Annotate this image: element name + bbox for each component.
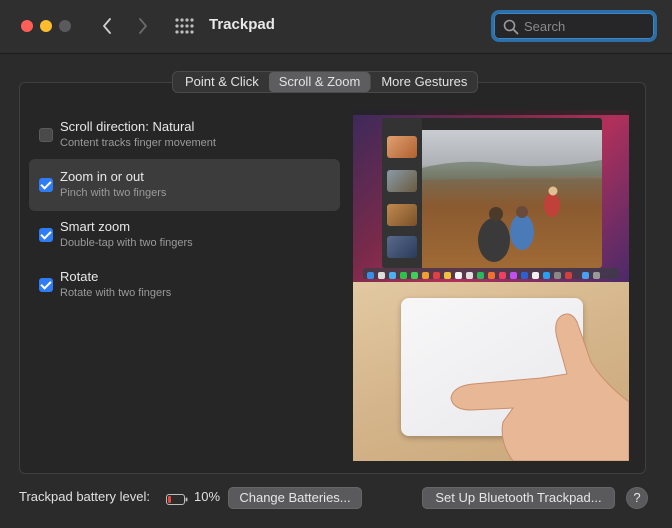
- search-field[interactable]: [491, 10, 657, 42]
- window-title: Trackpad: [209, 16, 275, 33]
- preview-thumbnail: [387, 204, 417, 226]
- chevron-left-icon: [103, 18, 111, 34]
- preview-dock: [363, 268, 619, 279]
- option-title: Rotate: [60, 269, 99, 284]
- grid-icon: [175, 18, 194, 34]
- search-icon: [503, 19, 519, 35]
- option-smart-zoom[interactable]: Smart zoom Double-tap with two fingers: [29, 209, 340, 261]
- forward-button[interactable]: [132, 14, 154, 38]
- preview-screen: [353, 110, 629, 282]
- preview-trackpad: [353, 282, 629, 461]
- gesture-preview: [353, 110, 629, 461]
- preview-sidebar: [382, 118, 422, 268]
- option-subtitle: Content tracks finger movement: [60, 137, 216, 149]
- preview-photo: [422, 130, 602, 268]
- preview-menubar: [353, 110, 629, 115]
- preview-thumbnail: [387, 136, 417, 158]
- show-all-button[interactable]: [174, 17, 194, 35]
- preview-photos-window: [382, 118, 602, 268]
- zoom-checkbox[interactable]: [39, 178, 53, 192]
- rotate-checkbox[interactable]: [39, 278, 53, 292]
- setup-bluetooth-trackpad-button[interactable]: Set Up Bluetooth Trackpad...: [422, 487, 615, 509]
- tab-scroll-zoom[interactable]: Scroll & Zoom: [268, 72, 371, 92]
- hand-illustration: [450, 313, 629, 461]
- battery-label: Trackpad battery level:: [19, 489, 151, 504]
- preview-thumbnail: [387, 170, 417, 192]
- titlebar: Trackpad: [0, 0, 672, 54]
- scroll-direction-checkbox[interactable]: [39, 128, 53, 142]
- minimize-button[interactable]: [40, 20, 52, 32]
- battery-percent: 10%: [194, 489, 221, 504]
- option-subtitle: Double-tap with two fingers: [60, 237, 193, 249]
- option-subtitle: Rotate with two fingers: [60, 287, 172, 299]
- option-title: Zoom in or out: [60, 169, 144, 184]
- option-zoom[interactable]: Zoom in or out Pinch with two fingers: [29, 159, 340, 211]
- option-title: Smart zoom: [60, 219, 131, 234]
- search-input[interactable]: [524, 17, 649, 35]
- option-scroll-direction[interactable]: Scroll direction: Natural Content tracks…: [29, 109, 340, 161]
- option-subtitle: Pinch with two fingers: [60, 187, 167, 199]
- tab-point-click[interactable]: Point & Click: [173, 72, 269, 92]
- close-button[interactable]: [21, 20, 33, 32]
- tab-more-gestures[interactable]: More Gestures: [371, 72, 477, 92]
- back-button[interactable]: [96, 14, 118, 38]
- help-button[interactable]: ?: [626, 487, 648, 509]
- tab-bar: Point & Click Scroll & Zoom More Gesture…: [172, 71, 479, 93]
- zoom-button[interactable]: [59, 20, 71, 32]
- preferences-window: Trackpad Point & Click Scroll & Zoom Mor…: [0, 0, 672, 528]
- hikers-illustration: [422, 160, 602, 262]
- smart-zoom-checkbox[interactable]: [39, 228, 53, 242]
- option-title: Scroll direction: Natural: [60, 119, 195, 134]
- preview-thumbnail: [387, 236, 417, 258]
- change-batteries-button[interactable]: Change Batteries...: [228, 487, 362, 509]
- chevron-right-icon: [139, 18, 147, 34]
- option-rotate[interactable]: Rotate Rotate with two fingers: [29, 259, 340, 311]
- battery-low-icon: [166, 492, 188, 505]
